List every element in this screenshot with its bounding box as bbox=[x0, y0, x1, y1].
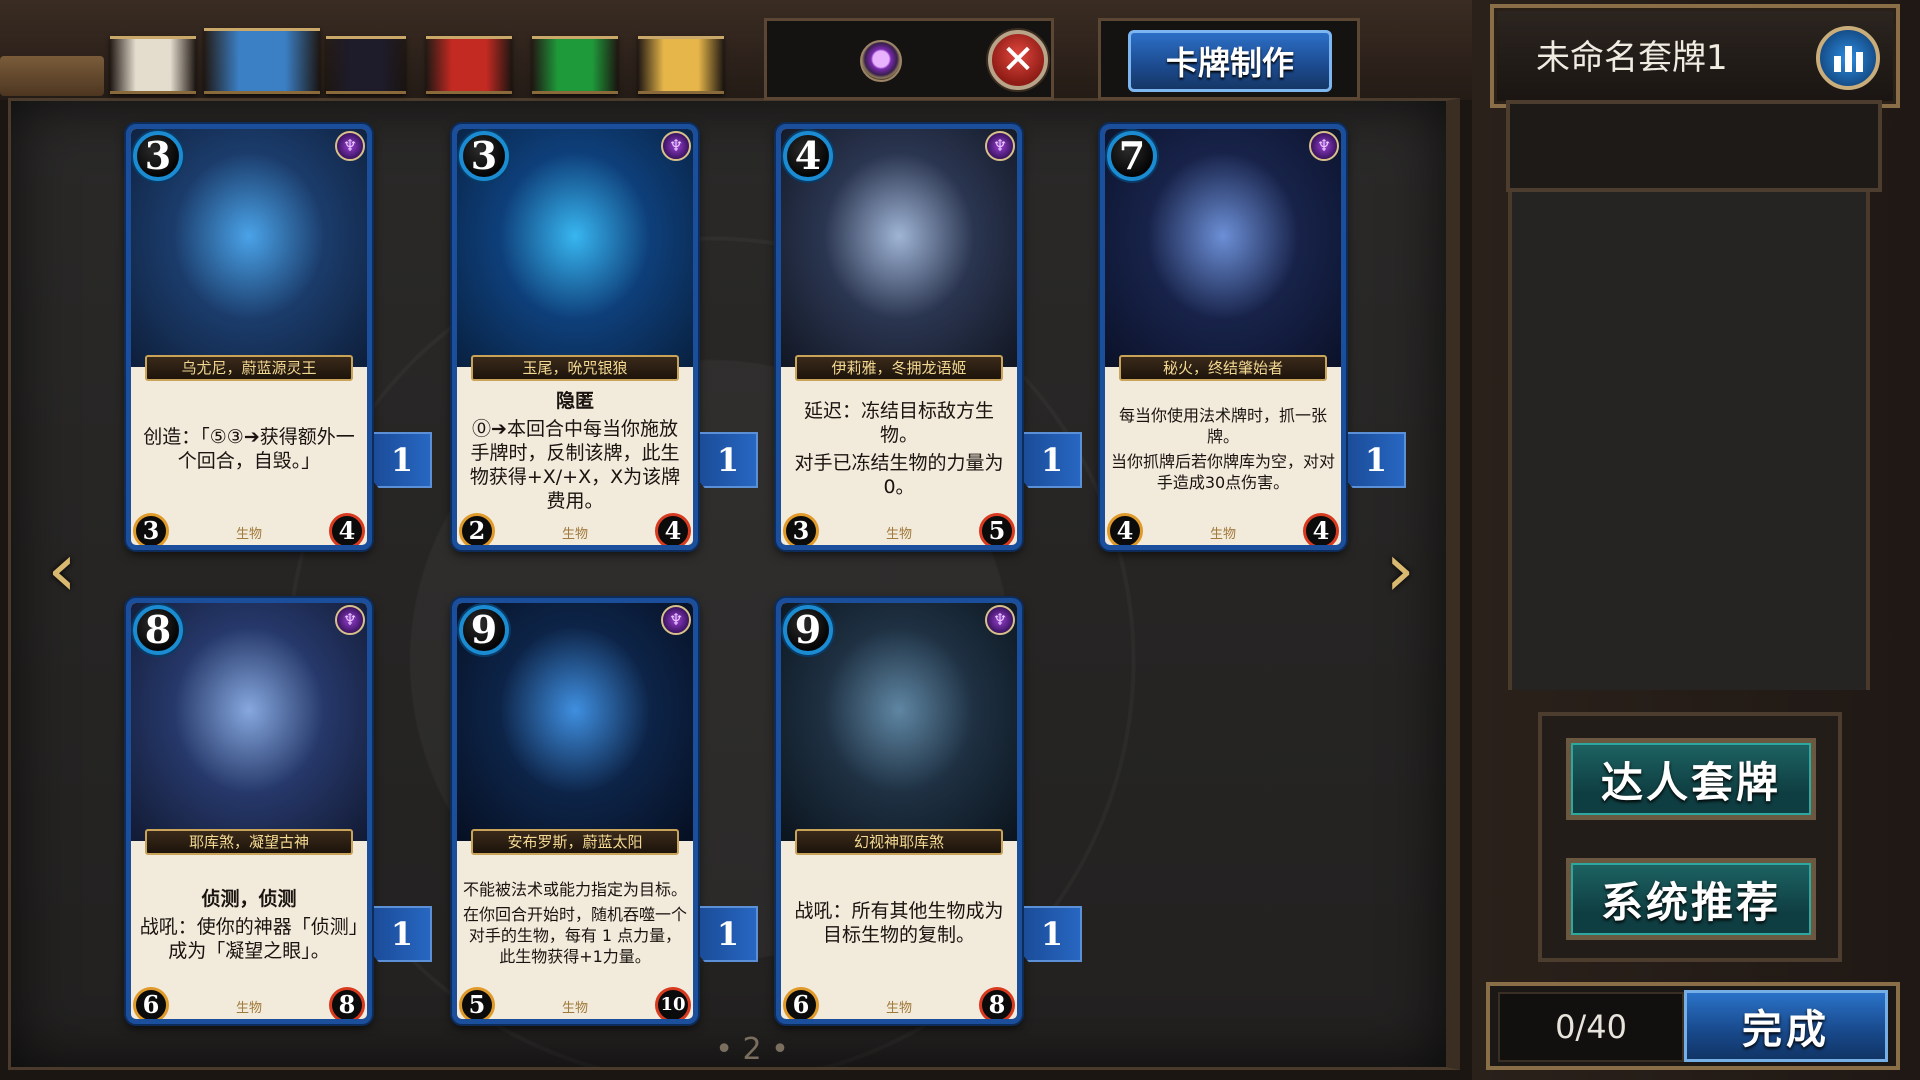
card-text-line: 在你回合开始时，随机吞噬一个对手的生物，每有 1 点力量，此生物获得+1力量。 bbox=[463, 905, 688, 966]
card-text-line: 创造：「⑤③➔获得额外一个回合，自毁。」 bbox=[143, 426, 355, 472]
card-rules-text: 延迟：冻结目标敌方生物。 对手已冻结生物的力量为0。 bbox=[787, 387, 1011, 511]
card-text-line: 战吼：使你的神器「侦测」成为「凝望之眼」。 bbox=[139, 915, 359, 962]
card-health: 10 bbox=[655, 987, 691, 1019]
card-text-line: 对手已冻结生物的力量为0。 bbox=[794, 452, 1004, 498]
card-owned-count: 1 bbox=[374, 906, 432, 962]
collection-card[interactable]: 3 ♆ 玉尾，吮咒银狼 隐匿 ⓪➔本回合中每当你施放手牌时，反制该牌，此生物获得+X/+… bbox=[452, 124, 698, 550]
card-type: 生物 bbox=[235, 1001, 262, 1016]
card-name: 伊莉雅，冬拥龙语姬 bbox=[795, 355, 1003, 381]
page-indicator: • 2 • bbox=[715, 1032, 789, 1067]
faction-icon: ♆ bbox=[335, 131, 365, 161]
card-health: 8 bbox=[979, 987, 1015, 1019]
card-owned-count: 1 bbox=[700, 906, 758, 962]
card-name: 幻视神耶库煞 bbox=[795, 829, 1003, 855]
card-name: 乌尤尼，蔚蓝源灵王 bbox=[145, 355, 353, 381]
color-filter-black[interactable] bbox=[326, 36, 406, 94]
collection-card[interactable]: 9 ♆ 幻视神耶库煞战吼：所有其他生物成为目标生物的复制。生物 6 8 bbox=[776, 598, 1022, 1024]
card-health: 8 bbox=[329, 987, 365, 1019]
color-filter-blue[interactable] bbox=[204, 28, 320, 94]
card-attack: 3 bbox=[133, 513, 169, 545]
card-type: 生物 bbox=[885, 1001, 912, 1016]
deck-info-box bbox=[1506, 100, 1882, 192]
card-health: 4 bbox=[655, 513, 691, 545]
card-type: 生物 bbox=[885, 527, 912, 542]
expert-deck-button[interactable]: 达人套牌 bbox=[1566, 738, 1816, 820]
card-rules-text: 每当你使用法术牌时，抓一张牌。 当你抓牌后若你牌库为空，对对手造成30点伤害。 bbox=[1111, 387, 1335, 511]
collection-card[interactable]: 3 ♆ 乌尤尼，蔚蓝源灵王创造：「⑤③➔获得额外一个回合，自毁。」生物 3 4 bbox=[126, 124, 372, 550]
clear-filter-button[interactable]: ✕ bbox=[988, 30, 1048, 90]
prev-page-arrow-icon[interactable]: ‹ bbox=[32, 530, 92, 610]
card-cost: 9 bbox=[783, 605, 833, 655]
card-keyword: 侦测，侦测 bbox=[201, 887, 297, 910]
card-attack: 6 bbox=[783, 987, 819, 1019]
card-health: 5 bbox=[979, 513, 1015, 545]
next-page-arrow-icon[interactable]: › bbox=[1370, 530, 1430, 610]
card-owned-count: 1 bbox=[374, 432, 432, 488]
card-text-line: 当你抓牌后若你牌库为空，对对手造成30点伤害。 bbox=[1111, 452, 1336, 492]
deck-card-count: 0/40 bbox=[1498, 992, 1684, 1062]
faction-icon: ♆ bbox=[661, 605, 691, 635]
card-rules-text: 隐匿 ⓪➔本回合中每当你施放手牌时，反制该牌，此生物获得+X/+X，X为该牌费用。 bbox=[463, 387, 687, 512]
card-type: 生物 bbox=[561, 527, 588, 542]
card-attack: 5 bbox=[459, 987, 495, 1019]
card-cost: 4 bbox=[783, 131, 833, 181]
card-attack: 2 bbox=[459, 513, 495, 545]
card-attack: 4 bbox=[1107, 513, 1143, 545]
card-cost: 3 bbox=[133, 131, 183, 181]
card-rules-text: 创造：「⑤③➔获得额外一个回合，自毁。」 bbox=[137, 387, 361, 511]
card-name: 秘火，终结肇始者 bbox=[1119, 355, 1327, 381]
faction-icon: ♆ bbox=[335, 605, 365, 635]
card-cost: 7 bbox=[1107, 131, 1157, 181]
card-text-line: 延迟：冻结目标敌方生物。 bbox=[803, 400, 994, 446]
faction-icon: ♆ bbox=[985, 605, 1015, 635]
purple-gem-icon[interactable] bbox=[860, 40, 902, 82]
card-name: 安布罗斯，蔚蓝太阳 bbox=[471, 829, 679, 855]
deck-name-field[interactable]: 未命名套牌1 bbox=[1506, 22, 1826, 86]
card-text-line: ⓪➔本回合中每当你施放手牌时，反制该牌，此生物获得+X/+X，X为该牌费用。 bbox=[469, 417, 681, 512]
faction-icon: ♆ bbox=[661, 131, 691, 161]
card-attack: 6 bbox=[133, 987, 169, 1019]
card-type: 生物 bbox=[1209, 527, 1236, 542]
bar-chart-icon[interactable] bbox=[1816, 26, 1880, 90]
card-type: 生物 bbox=[235, 527, 262, 542]
card-owned-count: 1 bbox=[700, 432, 758, 488]
collection-card[interactable]: 9 ♆ 安布罗斯，蔚蓝太阳不能被法术或能力指定为目标。在你回合开始时，随机吞噬一个对… bbox=[452, 598, 698, 1024]
scroll-cap bbox=[0, 56, 104, 96]
close-icon: ✕ bbox=[1001, 37, 1035, 83]
system-recommend-button[interactable]: 系统推荐 bbox=[1566, 858, 1816, 940]
card-cost: 3 bbox=[459, 131, 509, 181]
deck-card-list[interactable] bbox=[1508, 190, 1870, 690]
card-text-line: 不能被法术或能力指定为目标。 bbox=[463, 880, 688, 899]
craft-cards-button[interactable]: 卡牌制作 bbox=[1128, 30, 1332, 92]
card-type: 生物 bbox=[561, 1001, 588, 1016]
card-attack: 3 bbox=[783, 513, 819, 545]
collection-card[interactable]: 4 ♆ 伊莉雅，冬拥龙语姬延迟：冻结目标敌方生物。 对手已冻结生物的力量为0。生物 3 5 bbox=[776, 124, 1022, 550]
color-filter-red[interactable] bbox=[426, 36, 512, 94]
card-keyword: 隐匿 bbox=[555, 389, 594, 412]
card-cost: 8 bbox=[133, 605, 183, 655]
card-name: 耶库煞，凝望古神 bbox=[145, 829, 353, 855]
collection-card[interactable]: 8 ♆ 耶库煞，凝望古神 侦测，侦测战吼：使你的神器「侦测」成为「凝望之眼」。生物 6 8 bbox=[126, 598, 372, 1024]
card-rules-text: 侦测，侦测战吼：使你的神器「侦测」成为「凝望之眼」。 bbox=[137, 861, 361, 985]
card-name: 玉尾，吮咒银狼 bbox=[471, 355, 679, 381]
card-owned-count: 1 bbox=[1024, 432, 1082, 488]
card-owned-count: 1 bbox=[1348, 432, 1406, 488]
card-cost: 9 bbox=[459, 605, 509, 655]
card-owned-count: 1 bbox=[1024, 906, 1082, 962]
faction-icon: ♆ bbox=[1309, 131, 1339, 161]
card-health: 4 bbox=[329, 513, 365, 545]
done-button[interactable]: 完成 bbox=[1684, 990, 1888, 1062]
faction-icon: ♆ bbox=[985, 131, 1015, 161]
color-filter-white[interactable] bbox=[110, 36, 196, 94]
card-text-line: 战吼：所有其他生物成为目标生物的复制。 bbox=[794, 900, 1004, 946]
color-filter-gold[interactable] bbox=[638, 36, 724, 94]
color-filter-green[interactable] bbox=[532, 36, 618, 94]
card-text-line: 每当你使用法术牌时，抓一张牌。 bbox=[1118, 406, 1327, 446]
collection-card[interactable]: 7 ♆ 秘火，终结肇始者每当你使用法术牌时，抓一张牌。 当你抓牌后若你牌库为空，对对手… bbox=[1100, 124, 1346, 550]
card-rules-text: 不能被法术或能力指定为目标。在你回合开始时，随机吞噬一个对手的生物，每有 1 点… bbox=[463, 861, 687, 985]
card-health: 4 bbox=[1303, 513, 1339, 545]
card-rules-text: 战吼：所有其他生物成为目标生物的复制。 bbox=[787, 861, 1011, 985]
